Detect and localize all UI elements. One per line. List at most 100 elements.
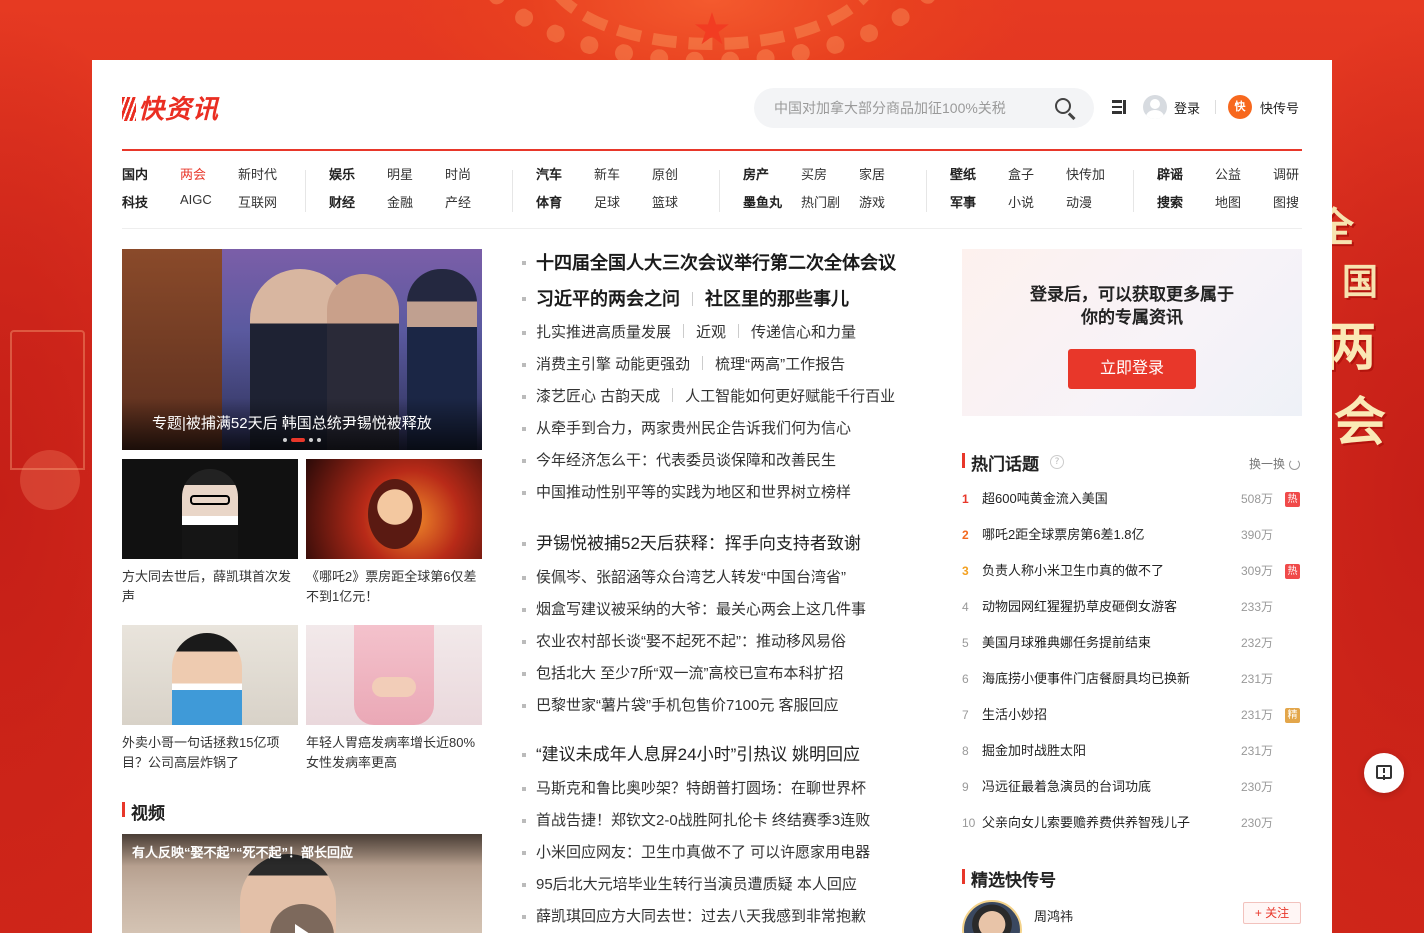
nav-item[interactable]: 墨鱼丸 [743,192,782,211]
hot-title[interactable]: 超600吨黄金流入美国 [982,481,1108,517]
news-link[interactable]: 近观 [696,324,726,341]
news-thumb-card[interactable]: 《哪吒2》票房距全球第6仅差不到1亿元！ [306,459,482,607]
hot-topic-item[interactable]: 2 哪吒2距全球票房第6差1.8亿 390万 [962,517,1302,553]
news-link[interactable]: 消费主引擎 动能更强劲 [536,356,690,373]
search-input[interactable] [774,88,1044,128]
news-link[interactable]: 社区里的那些事儿 [705,289,849,309]
hot-topic-item[interactable]: 10 父亲向女儿索要赡养费供养智残儿子 230万 [962,805,1302,841]
nav-item[interactable]: 金融 [387,192,413,211]
nav-item[interactable]: 国内 [122,164,148,183]
nav-item[interactable]: 两会 [180,164,206,183]
nav-item[interactable]: 买房 [801,164,827,183]
hot-title[interactable]: 父亲向女儿索要赡养费供养智残儿子 [982,805,1190,841]
news-link[interactable]: 中国推动性别平等的实践为地区和世界树立榜样 [536,484,851,501]
nav-item[interactable]: 足球 [594,192,620,211]
news-link[interactable]: 巴黎世家“薯片袋”手机包售价7100元 客服回应 [536,697,839,714]
hot-title[interactable]: 掘金加时战胜太阳 [982,733,1086,769]
news-link[interactable]: 侯佩岑、张韶涵等众台湾艺人转发“中国台湾省” [536,569,846,586]
news-thumb-card[interactable]: 外卖小哥一句话拯救15亿项目？公司高层炸锅了 [122,625,298,773]
hot-topic-item[interactable]: 5 美国月球雅典娜任务提前结束 232万 [962,625,1302,661]
news-thumb-card[interactable]: 年轻人胃癌发病率增长近80% 女性发病率更高 [306,625,482,773]
news-link[interactable]: “建议未成年人息屏24小时”引热议 姚明回应 [536,745,860,764]
nav-item[interactable]: 辟谣 [1157,164,1183,183]
news-link[interactable]: 薛凯琪回应方大同去世：过去八天我感到非常抱歉 [536,908,866,925]
nav-item[interactable]: 原创 [652,164,678,183]
hot-title[interactable]: 美国月球雅典娜任务提前结束 [982,625,1151,661]
carousel-dot[interactable] [309,438,313,442]
nav-item[interactable]: 汽车 [536,164,562,183]
feedback-button[interactable] [1364,753,1404,793]
news-link[interactable]: 今年经济怎么干：代表委员谈保障和改善民生 [536,452,836,469]
news-link[interactable]: 人工智能如何更好赋能千行百业 [685,388,895,405]
follow-button[interactable]: + 关注 [1243,902,1301,924]
news-link[interactable]: 马斯克和鲁比奥吵架？特朗普打圆场：在聊世界杯 [536,780,866,797]
hot-topic-item[interactable]: 7 生活小妙招 231万精 [962,697,1302,733]
hot-title[interactable]: 冯远征最着急演员的台词功底 [982,769,1151,805]
hot-topic-item[interactable]: 8 掘金加时战胜太阳 231万 [962,733,1302,769]
hot-topic-item[interactable]: 3 负责人称小米卫生巾真的做不了 309万热 [962,553,1302,589]
nav-item[interactable]: 地图 [1215,192,1241,211]
hot-topic-item[interactable]: 4 动物园网红猩猩扔草皮砸倒女游客 233万 [962,589,1302,625]
news-headline[interactable]: 十四届全国人大三次会议举行第二次全体会议 [522,245,922,281]
site-logo[interactable]: 快资讯 [122,89,219,125]
kuaichuanhao-link[interactable]: 快传号 [1260,98,1299,117]
kuaichuanhao-user-name[interactable]: 周鸿祎 [1034,906,1073,925]
thumb-caption[interactable]: 《哪吒2》票房距全球第6仅差不到1亿元！ [306,567,482,607]
nav-item[interactable]: 盒子 [1008,164,1034,183]
help-icon[interactable]: ? [1050,455,1064,469]
nav-item[interactable]: 热门剧 [801,192,840,211]
thumb-caption[interactable]: 方大同去世后，薛凯琪首次发声 [122,567,298,607]
news-link[interactable]: 首战告捷！郑钦文2-0战胜阿扎伦卡 终结赛季3连败 [536,812,870,829]
nav-item[interactable]: 时尚 [445,164,471,183]
login-link[interactable]: 登录 [1174,98,1200,117]
nav-item[interactable]: 快传加 [1066,164,1105,183]
user-avatar-icon[interactable] [1143,95,1167,119]
menu-icon[interactable] [1112,100,1126,114]
hot-title[interactable]: 哪吒2距全球票房第6差1.8亿 [982,517,1145,553]
nav-item[interactable]: 体育 [536,192,562,211]
nav-item[interactable]: 篮球 [652,192,678,211]
carousel-dot[interactable] [283,438,287,442]
news-link[interactable]: 尹锡悦被捕52天后获释：挥手向支持者致谢 [536,534,861,553]
thumb-caption[interactable]: 外卖小哥一句话拯救15亿项目？公司高层炸锅了 [122,733,298,773]
hero-carousel[interactable]: 专题|被捕满52天后 韩国总统尹锡悦被释放 [122,249,482,450]
hot-title[interactable]: 生活小妙招 [982,697,1047,733]
nav-item[interactable]: 壁纸 [950,164,976,183]
news-link[interactable]: 漆艺匠心 古韵天成 [536,388,660,405]
hot-title[interactable]: 负责人称小米卫生巾真的做不了 [982,553,1164,589]
news-link[interactable]: 小米回应网友：卫生巾真做不了 可以许愿家用电器 [536,844,870,861]
news-link[interactable]: 传递信心和力量 [751,324,856,341]
nav-item[interactable]: 新车 [594,164,620,183]
nav-item[interactable]: 财经 [329,192,355,211]
nav-item[interactable]: 娱乐 [329,164,355,183]
kuaichuanhao-icon[interactable]: 快 [1228,95,1252,119]
news-link[interactable]: 农业农村部长谈“娶不起死不起”：推动移风易俗 [536,633,846,650]
nav-item[interactable]: 搜索 [1157,192,1183,211]
avatar[interactable] [962,900,1022,933]
news-thumb-card[interactable]: 方大同去世后，薛凯琪首次发声 [122,459,298,607]
news-link[interactable]: 梳理“两高”工作报告 [715,356,845,373]
hot-title[interactable]: 海底捞小便事件门店餐厨具均已换新 [982,661,1190,697]
login-now-button[interactable]: 立即登录 [1068,349,1196,389]
nav-item[interactable]: 互联网 [238,192,277,211]
news-link[interactable]: 从牵手到合力，两家贵州民企告诉我们何为信心 [536,420,851,437]
hot-topic-item[interactable]: 6 海底捞小便事件门店餐厨具均已换新 231万 [962,661,1302,697]
nav-item[interactable]: 小说 [1008,192,1034,211]
nav-item[interactable]: 游戏 [859,192,885,211]
nav-item[interactable]: 新时代 [238,164,277,183]
hot-title[interactable]: 动物园网红猩猩扔草皮砸倒女游客 [982,589,1177,625]
nav-item[interactable]: 房产 [743,164,769,183]
carousel-dot[interactable] [317,438,321,442]
news-link[interactable]: 十四届全国人大三次会议举行第二次全体会议 [536,253,896,273]
news-link[interactable]: 烟盒写建议被采纳的大爷：最关心两会上这几件事 [536,601,866,618]
carousel-dot-active[interactable] [291,438,305,442]
nav-item[interactable]: 科技 [122,192,148,211]
nav-item[interactable]: 明星 [387,164,413,183]
nav-item[interactable]: 公益 [1215,164,1241,183]
nav-item[interactable]: 动漫 [1066,192,1092,211]
video-title[interactable]: 有人反映“娶不起”“死不起”！部长回应 [132,842,353,861]
nav-item[interactable]: 家居 [859,164,885,183]
news-link[interactable]: 95后北大元培毕业生转行当演员遭质疑 本人回应 [536,876,857,893]
thumb-caption[interactable]: 年轻人胃癌发病率增长近80% 女性发病率更高 [306,733,482,773]
nav-item[interactable]: AIGC [180,192,212,207]
